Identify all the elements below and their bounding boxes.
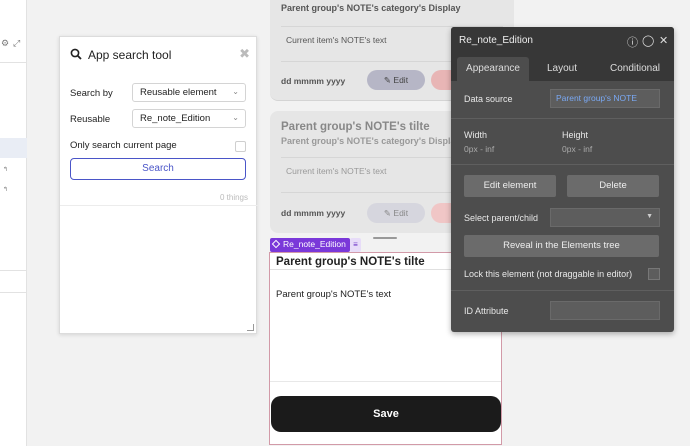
search-by-select[interactable]: Reusable element ⌄ (132, 83, 246, 102)
close-icon[interactable]: ✕ (659, 34, 668, 47)
property-editor-panel: Re_note_Edition ⓘ ◯ ✕ Appearance Layout … (451, 27, 674, 332)
reusable-label: Reusable (70, 114, 111, 125)
property-editor-title: Re_note_Edition (459, 35, 533, 46)
close-icon[interactable]: ✖ (239, 46, 250, 62)
sidebar-selected-row[interactable] (0, 138, 27, 158)
sidebar-divider (0, 292, 27, 293)
drag-handle[interactable] (373, 237, 397, 239)
width-label: Width (464, 130, 488, 140)
search-icon (70, 48, 82, 60)
card-text: Current item's NOTE's text (286, 166, 387, 176)
search-tool-title: App search tool (88, 48, 172, 62)
pencil-icon: ✎ (383, 208, 394, 218)
reusable-text: Parent group's NOTE's text (276, 289, 392, 300)
app-search-tool-panel: App search tool ✖ Search by Reusable ele… (59, 36, 258, 334)
left-sidebar-strip: ⚙ ⤢ ↰ ↰ (0, 0, 27, 446)
search-by-value: Reusable element (140, 87, 217, 98)
search-button[interactable]: Search (70, 158, 246, 180)
tab-conditional[interactable]: Conditional (599, 57, 671, 81)
data-source-label: Data source (464, 94, 513, 104)
reusable-element-tag[interactable]: Re_note_Edition (270, 238, 350, 252)
comment-icon[interactable]: ◯ (642, 34, 654, 47)
card-text: Current item's NOTE's text (286, 35, 387, 45)
result-count: 0 things (219, 193, 248, 202)
search-by-label: Search by (70, 88, 113, 99)
panel-divider (451, 290, 674, 291)
data-source-field[interactable]: Parent group's NOTE (550, 89, 660, 108)
reusable-title: Parent group's NOTE's tilte (276, 256, 425, 268)
save-button[interactable]: Save (271, 396, 501, 432)
lock-element-label: Lock this element (not draggable in edit… (464, 269, 633, 279)
card-date: dd mmmm yyyy (281, 76, 346, 86)
card-title: Parent group's NOTE's tilte (281, 121, 430, 133)
tab-appearance[interactable]: Appearance (457, 57, 529, 81)
lock-element-checkbox[interactable] (648, 268, 660, 280)
height-value[interactable]: 0px - inf (562, 144, 592, 154)
edit-button[interactable]: ✎ Edit (367, 70, 425, 90)
edit-button-label: Edit (393, 75, 409, 85)
chevron-down-icon: ⌄ (232, 87, 239, 96)
panel-divider (451, 118, 674, 119)
reusable-select[interactable]: Re_note_Edition ⌄ (132, 109, 246, 128)
chevron-down-icon: ⌄ (232, 113, 239, 122)
panel-divider (451, 164, 674, 165)
card-category: Parent group's NOTE's category's Display (281, 136, 461, 146)
edit-button[interactable]: ✎ Edit (367, 203, 425, 223)
reusable-tag-label: Re_note_Edition (283, 239, 346, 249)
expand-icon[interactable]: ⤢ (13, 38, 20, 49)
settings-icon[interactable]: ⚙ (1, 38, 9, 49)
tab-layout[interactable]: Layout (531, 57, 593, 81)
layers-icon[interactable]: ≡ (350, 238, 361, 252)
id-attribute-label: ID Attribute (464, 306, 509, 316)
only-current-page-label: Only search current page (70, 140, 177, 151)
edit-element-button[interactable]: Edit element (464, 175, 556, 197)
width-value[interactable]: 0px - inf (464, 144, 494, 154)
chevron-down-icon: ▼ (646, 213, 653, 220)
delete-element-button[interactable]: Delete (567, 175, 659, 197)
search-tool-divider (60, 205, 258, 206)
id-attribute-input[interactable] (550, 301, 660, 320)
reveal-elements-tree-button[interactable]: Reveal in the Elements tree (464, 235, 659, 257)
select-parent-label: Select parent/child (464, 213, 539, 223)
only-current-page-checkbox[interactable] (235, 141, 246, 152)
sidebar-divider (0, 62, 27, 63)
card-category: Parent group's NOTE's category's Display (281, 3, 461, 13)
property-editor-header[interactable]: Re_note_Edition ⓘ ◯ ✕ (451, 27, 674, 54)
reusable-divider (270, 381, 501, 382)
info-icon[interactable]: ⓘ (627, 34, 638, 50)
edit-button-label: Edit (393, 208, 409, 218)
sidebar-arrow-icon[interactable]: ↰ (3, 166, 8, 173)
select-parent-dropdown[interactable]: ▼ (550, 208, 660, 227)
card-date: dd mmmm yyyy (281, 208, 346, 218)
reusable-diamond-icon (271, 239, 281, 249)
pencil-icon: ✎ (383, 75, 394, 85)
search-tool-header: App search tool ✖ (60, 37, 258, 73)
sidebar-divider (0, 270, 27, 271)
height-label: Height (562, 130, 589, 140)
resize-handle[interactable] (247, 324, 254, 331)
reusable-value: Re_note_Edition (140, 113, 211, 124)
sidebar-arrow-icon[interactable]: ↰ (3, 186, 8, 193)
